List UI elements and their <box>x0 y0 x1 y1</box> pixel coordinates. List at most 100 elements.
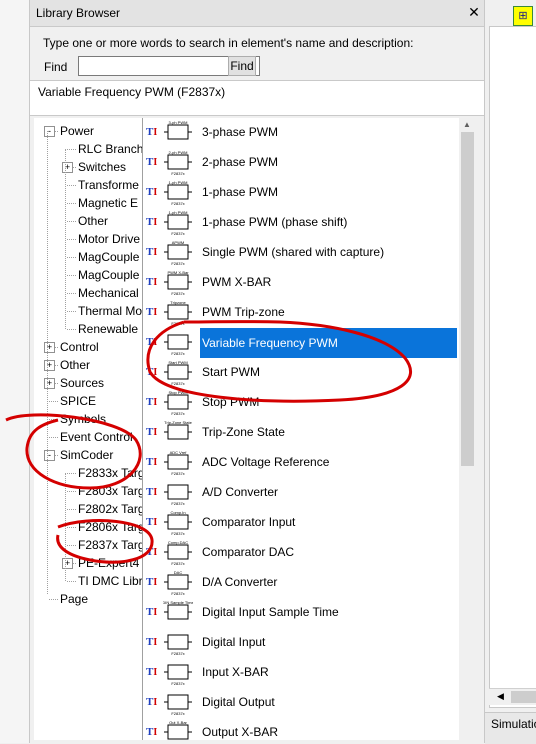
element-row[interactable]: TI 1-ph PWM F2837x 1-phase PWM <box>143 178 460 208</box>
expand-icon[interactable]: + <box>44 360 55 371</box>
expand-icon[interactable]: + <box>44 342 55 353</box>
scroll-left-icon[interactable]: ◀ <box>497 691 504 702</box>
element-row[interactable]: TI Comp.In F2837x Comparator Input <box>143 508 460 538</box>
tree-connector <box>67 311 76 312</box>
panel-titlebar: Library Browser ✕ <box>30 0 485 27</box>
tree-node[interactable]: SPICE <box>60 392 96 410</box>
symbol-target: F2837x <box>171 501 184 506</box>
element-symbol-icon: F2837x <box>164 484 192 506</box>
collapse-icon[interactable]: - <box>44 126 55 137</box>
tree-node[interactable]: F2802x Targ <box>78 500 144 518</box>
scrollbar-thumb[interactable] <box>461 132 474 466</box>
element-row[interactable]: TI F2837x A/D Converter <box>143 478 460 508</box>
tree-connector <box>67 581 76 582</box>
tree-node[interactable]: PE-Expert4 <box>78 554 139 572</box>
scroll-up-icon[interactable]: ▲ <box>463 120 471 129</box>
text-tool-icon: TI <box>146 216 158 228</box>
tree-node-label: RLC Branch <box>78 142 144 156</box>
text-tool-icon: TI <box>146 726 158 738</box>
tree-node[interactable]: Page <box>60 590 88 608</box>
tree-node[interactable]: Sources <box>60 374 104 392</box>
element-label: Trip-Zone State <box>202 425 285 439</box>
tree-node[interactable]: F2806x Targ <box>78 518 144 536</box>
element-row[interactable]: TI 1-ph PWM F2837x 1-phase PWM (phase shift… <box>143 208 460 238</box>
expand-icon[interactable]: + <box>44 378 55 389</box>
tree-node[interactable]: MagCouple <box>78 248 139 266</box>
symbol-caption: Stop PWM <box>168 390 187 395</box>
element-label: Variable Frequency PWM <box>200 328 457 358</box>
element-row[interactable]: TI 2-ph PWM F2837x 2-phase PWM <box>143 148 460 178</box>
hscroll-thumb[interactable] <box>511 691 536 703</box>
schematic-canvas[interactable] <box>489 26 536 708</box>
horizontal-scrollbar[interactable]: ◀ <box>489 688 536 705</box>
collapse-icon[interactable]: - <box>44 450 55 461</box>
element-label: ADC Voltage Reference <box>202 455 330 469</box>
tree-node[interactable]: Other <box>60 356 90 374</box>
element-row[interactable]: TI Out X-Bar Output X-BAR <box>143 718 460 740</box>
tree-node-label: Magnetic E <box>78 196 139 210</box>
symbol-target: F2837x <box>171 531 184 536</box>
tree-node[interactable]: Magnetic E <box>78 194 138 212</box>
element-row[interactable]: TI Trip-Zone State Trip-Zone State <box>143 418 460 448</box>
tree-node[interactable]: Other <box>78 212 108 230</box>
tree-node[interactable]: Switches <box>78 158 126 176</box>
element-row[interactable]: TI Stop PWM F2837x Stop PWM <box>143 388 460 418</box>
tree-connector <box>49 437 58 438</box>
tree-node[interactable]: Renewable <box>78 320 138 338</box>
schematic-tab-icon[interactable]: ⊞ <box>513 6 533 26</box>
expand-icon[interactable]: + <box>62 162 73 173</box>
element-list-scrollbar[interactable]: ▲ <box>459 118 476 740</box>
element-row[interactable]: TI ADC Vref F2837x ADC Voltage Reference <box>143 448 460 478</box>
tree-node[interactable]: Mechanical <box>78 284 139 302</box>
tree-node[interactable]: Thermal Mo <box>78 302 142 320</box>
element-row[interactable]: TI Start PWM F2837x Start PWM <box>143 358 460 388</box>
tree-node[interactable]: MagCouple <box>78 266 139 284</box>
element-row[interactable]: TI APWM F2837x Single PWM (shared with capt… <box>143 238 460 268</box>
tree-connector <box>67 239 76 240</box>
element-row[interactable]: TI 3-ph PWM 3-phase PWM <box>143 118 460 148</box>
symbol-target: F2837x <box>171 261 184 266</box>
tree-node[interactable]: TI DMC Libr <box>78 572 143 590</box>
tree-node[interactable]: Control <box>60 338 99 356</box>
tree-node[interactable]: F2837x Targ <box>78 536 144 554</box>
tree-node[interactable]: Transforme <box>78 176 139 194</box>
find-button[interactable]: Find <box>228 56 256 76</box>
category-tree[interactable]: Power - RLC Branch Switches + Transforme Magne… <box>34 118 144 740</box>
element-row[interactable]: TI F2837x Digital Input <box>143 628 460 658</box>
text-tool-icon: TI <box>146 636 158 648</box>
tree-connector <box>67 257 76 258</box>
element-row[interactable]: TI PWM X-Bar F2837x PWM X-BAR <box>143 268 460 298</box>
symbol-caption: 2-ph PWM <box>169 150 188 155</box>
element-list[interactable]: TI 3-ph PWM 3-phase PWM TI 2-ph PWM F2837x 2-p… <box>142 118 460 740</box>
tree-node[interactable]: Symbols <box>60 410 106 428</box>
close-icon[interactable]: ✕ <box>466 4 482 20</box>
tree-node[interactable]: Power <box>60 122 94 140</box>
tree-node[interactable]: Motor Drive <box>78 230 140 248</box>
element-row[interactable]: TI Comp.DAC F2837x Comparator DAC <box>143 538 460 568</box>
tree-node[interactable]: F2803x Targ <box>78 482 144 500</box>
element-row[interactable]: TI DAC F2837x D/A Converter <box>143 568 460 598</box>
tree-connector <box>67 473 76 474</box>
symbol-caption: 3-ph PWM <box>169 120 188 125</box>
symbol-caption: APWM <box>172 240 184 245</box>
element-label: Start PWM <box>202 365 261 379</box>
element-symbol-icon: F2837x <box>164 694 192 716</box>
tree-connector <box>67 527 76 528</box>
tree-node[interactable]: RLC Branch <box>78 140 143 158</box>
element-row[interactable]: TI Tripzone F2837x PWM Trip-zone <box>143 298 460 328</box>
simulation-tab[interactable]: Simulatio <box>485 712 536 744</box>
element-row[interactable]: TI DIN Sample Time Digital Input Sample Ti… <box>143 598 460 628</box>
element-row[interactable]: TI F2837x Digital Output <box>143 688 460 718</box>
element-row[interactable]: TI F2837x Variable Frequency PWM <box>143 328 460 358</box>
tree-node[interactable]: F2833x Targ <box>78 464 144 482</box>
text-tool-icon: TI <box>146 156 158 168</box>
expand-icon[interactable]: + <box>62 558 73 569</box>
symbol-caption: Comp.In <box>170 510 185 515</box>
tree-node[interactable]: SimCoder <box>60 446 113 464</box>
symbol-target: F2837x <box>171 561 184 566</box>
element-row[interactable]: TI F2837x Input X-BAR <box>143 658 460 688</box>
selected-element-name: Variable Frequency PWM (F2837x) <box>38 85 226 99</box>
tree-connector <box>67 203 76 204</box>
element-symbol-icon: APWM F2837x <box>164 240 192 266</box>
tree-node[interactable]: Event Control <box>60 428 133 446</box>
